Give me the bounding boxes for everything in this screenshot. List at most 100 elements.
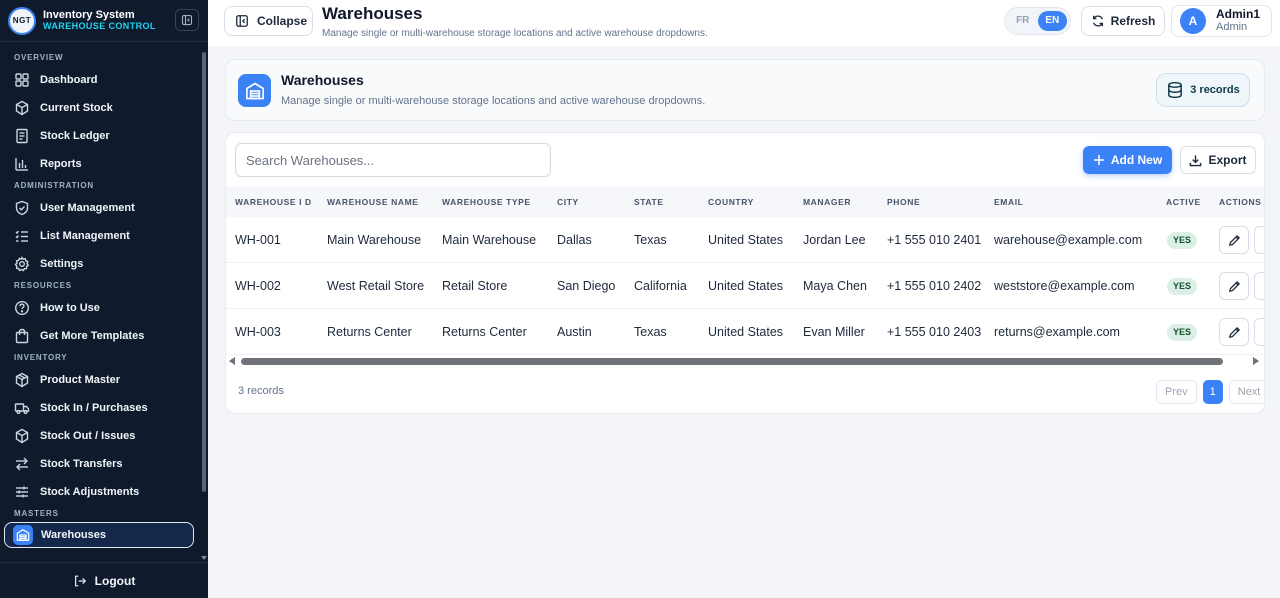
current-page-button[interactable]: 1 (1202, 380, 1223, 404)
row-action-button[interactable]: 1 (1254, 272, 1264, 300)
sidebar-item-label: Product Master (40, 374, 121, 386)
col-active[interactable]: ACTIVE (1166, 187, 1201, 217)
next-page-button[interactable]: Next (1228, 380, 1264, 404)
sidebar-item-label: Stock Transfers (40, 458, 123, 470)
col-warehouse-name[interactable]: WAREHOUSE NAME (327, 187, 419, 217)
user-role: Admin (1216, 21, 1248, 33)
sidebar-item-get-more-templates[interactable]: Get More Templates (0, 322, 200, 350)
sidebar-item-user-management[interactable]: User Management (0, 194, 200, 222)
cell-city: Austin (557, 325, 592, 339)
cell-state: Texas (634, 233, 667, 247)
warehouses-table-card: Add New Export WAREHOUSE I D WAREHOUSE N… (225, 132, 1265, 414)
status-badge: YES (1167, 232, 1198, 249)
cell-id: WH-002 (235, 279, 281, 293)
sliders-icon (16, 486, 28, 498)
cell-country: United States (708, 233, 784, 247)
search-input[interactable] (235, 143, 551, 177)
sidebar-item-settings[interactable]: Settings (0, 250, 200, 278)
sidebar-item-stock-ledger[interactable]: Stock Ledger (0, 122, 200, 150)
sidebar-item-stock-in[interactable]: Stock In / Purchases (0, 394, 200, 422)
sidebar-item-how-to-use[interactable]: How to Use (0, 294, 200, 322)
sidebar-item-warehouses[interactable]: Warehouses (4, 522, 194, 548)
sidebar-item-label: Stock Out / Issues (40, 430, 136, 442)
collapse-button[interactable]: Collapse (224, 6, 313, 36)
table-row[interactable]: WH-003 Returns Center Returns Center Aus… (226, 309, 1264, 355)
status-badge: YES (1167, 278, 1198, 295)
sidebar-item-label: How to Use (40, 302, 100, 314)
table-row[interactable]: WH-002 West Retail Store Retail Store Sa… (226, 263, 1264, 309)
brand-subtitle: WAREHOUSE CONTROL (43, 20, 156, 31)
lang-en-option[interactable]: EN (1037, 11, 1067, 31)
col-warehouse-id[interactable]: WAREHOUSE I D (235, 187, 312, 217)
sidebar-item-current-stock[interactable]: Current Stock (0, 94, 200, 122)
avatar: A (1180, 8, 1206, 34)
gear-icon (14, 256, 30, 272)
col-country[interactable]: COUNTRY (708, 187, 754, 217)
lang-fr-option[interactable]: FR (1008, 11, 1038, 31)
truck-icon (14, 403, 30, 415)
cell-phone: +1 555 010 2401 (887, 233, 982, 247)
sidebar-item-label: Stock Adjustments (40, 486, 140, 498)
sidebar-item-stock-out[interactable]: Stock Out / Issues (0, 422, 200, 450)
col-actions: ACTIONS (1219, 197, 1262, 207)
sidebar-item-label: List Management (40, 230, 130, 242)
table-horizontal-scrollbar[interactable] (226, 355, 1264, 367)
logout-button[interactable]: Logout (0, 562, 208, 598)
export-button[interactable]: Export (1180, 146, 1256, 174)
col-email[interactable]: EMAIL (994, 187, 1023, 217)
warehouse-icon (16, 529, 30, 541)
language-toggle[interactable]: FR EN (1004, 7, 1071, 35)
cell-email: returns@example.com (994, 325, 1120, 339)
cell-type: Returns Center (442, 325, 527, 339)
scroll-left-icon[interactable] (229, 357, 235, 365)
sidebar-item-label: Current Stock (40, 102, 113, 114)
sidebar-scroll-thumb[interactable] (202, 52, 206, 492)
cell-state: Texas (634, 325, 667, 339)
edit-button[interactable] (1219, 272, 1249, 300)
sidebar-item-stock-adjustments[interactable]: Stock Adjustments (0, 478, 200, 506)
cell-country: United States (708, 279, 784, 293)
sidebar-item-label: Stock Ledger (40, 130, 110, 142)
transfer-arrows-icon (16, 457, 28, 471)
cell-type: Retail Store (442, 279, 508, 293)
user-menu[interactable]: A Admin1 Admin (1171, 5, 1272, 37)
sidebar-item-list-management[interactable]: List Management (0, 222, 200, 250)
sidebar-item-stock-transfers[interactable]: Stock Transfers (0, 450, 200, 478)
sidebar-item-label: Dashboard (40, 74, 98, 86)
cell-state: California (634, 279, 687, 293)
section-resources: RESOURCES (14, 281, 72, 290)
sidebar-item-dashboard[interactable]: Dashboard (0, 66, 200, 94)
logout-icon (74, 575, 86, 586)
scroll-right-icon[interactable] (1253, 357, 1259, 365)
col-state[interactable]: STATE (634, 187, 664, 217)
prev-page-button[interactable]: Prev (1156, 380, 1197, 404)
col-phone[interactable]: PHONE (887, 187, 920, 217)
cell-id: WH-003 (235, 325, 281, 339)
collapse-label: Collapse (257, 14, 308, 28)
edit-button[interactable] (1219, 226, 1249, 254)
add-new-label: Add New (1110, 153, 1163, 167)
header-card-title: Warehouses (281, 72, 364, 88)
refresh-icon (1092, 15, 1103, 27)
edit-button[interactable] (1219, 318, 1249, 346)
table-scroll-thumb[interactable] (241, 358, 1223, 365)
sidebar-item-reports[interactable]: Reports (0, 150, 200, 178)
refresh-button[interactable]: Refresh (1081, 6, 1165, 36)
cell-country: United States (708, 325, 784, 339)
scroll-down-icon[interactable] (201, 556, 207, 560)
page-title: Warehouses (322, 4, 423, 23)
ledger-icon (16, 128, 28, 144)
row-action-button[interactable]: 1 (1254, 226, 1264, 254)
user-name: Admin1 (1216, 7, 1261, 21)
col-manager[interactable]: MANAGER (803, 187, 851, 217)
table-header-row: WAREHOUSE I D WAREHOUSE NAME WAREHOUSE T… (226, 187, 1264, 217)
sidebar-collapse-icon[interactable] (175, 9, 199, 31)
col-city[interactable]: CITY (557, 187, 579, 217)
table-row[interactable]: WH-001 Main Warehouse Main Warehouse Dal… (226, 217, 1264, 263)
sidebar-item-product-master[interactable]: Product Master (0, 366, 200, 394)
add-new-button[interactable]: Add New (1083, 146, 1172, 174)
row-action-button[interactable]: 1 (1254, 318, 1264, 346)
boxes-icon (15, 100, 29, 116)
sidebar-scrollbar[interactable] (200, 44, 208, 562)
col-warehouse-type[interactable]: WAREHOUSE TYPE (442, 187, 531, 217)
